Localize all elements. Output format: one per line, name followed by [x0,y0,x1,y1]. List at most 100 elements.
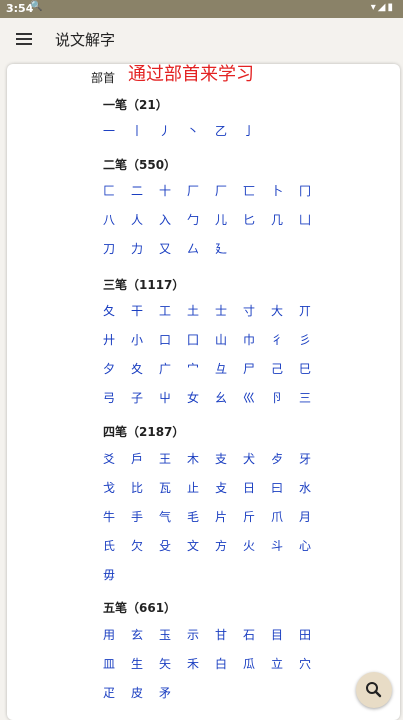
radical-link[interactable]: 一 [95,120,123,149]
radical-link[interactable]: 又 [151,238,179,267]
radical-link[interactable]: 牛 [95,506,123,535]
radical-link[interactable]: 比 [123,477,151,506]
radical-link[interactable]: 斤 [235,506,263,535]
radical-link[interactable]: 囗 [179,329,207,358]
radical-link[interactable]: 夕 [95,358,123,387]
radical-link[interactable]: 大 [263,300,291,329]
radical-link[interactable]: 水 [291,477,319,506]
radical-link[interactable]: 厂 [179,180,207,209]
radical-link[interactable]: 氏 [95,535,123,564]
radical-link[interactable]: 工 [151,300,179,329]
radical-link[interactable]: 寸 [235,300,263,329]
radical-link[interactable]: 巛 [235,387,263,416]
radical-link[interactable]: 殳 [151,535,179,564]
radical-link[interactable]: 毋 [95,564,123,593]
radical-link[interactable]: 弓 [95,387,123,416]
radical-link[interactable]: 毛 [179,506,207,535]
radical-link[interactable]: 巾 [235,329,263,358]
radical-link[interactable]: 月 [291,506,319,535]
radical-link[interactable]: 卜 [263,180,291,209]
radical-link[interactable]: 三 [291,387,319,416]
radical-link[interactable]: 刀 [95,238,123,267]
radical-link[interactable]: 石 [235,624,263,653]
radical-link[interactable]: 丿 [151,120,179,149]
radical-link[interactable]: 勹 [179,209,207,238]
radical-link[interactable]: 匚 [95,180,123,209]
radical-link[interactable]: 尸 [235,358,263,387]
radical-link[interactable]: 生 [123,653,151,682]
radical-link[interactable]: 人 [123,209,151,238]
radical-link[interactable]: 曰 [263,477,291,506]
radical-link[interactable]: 攴 [207,477,235,506]
radical-link[interactable]: 廾 [95,329,123,358]
radical-link[interactable]: 小 [123,329,151,358]
radical-link[interactable]: 女 [179,387,207,416]
radical-link[interactable]: 土 [179,300,207,329]
radical-link[interactable]: 玄 [123,624,151,653]
radical-link[interactable]: 口 [151,329,179,358]
radical-link[interactable]: 用 [95,624,123,653]
radical-link[interactable]: 斗 [263,535,291,564]
radical-link[interactable]: 夂 [95,300,123,329]
radical-link[interactable]: 目 [263,624,291,653]
radical-link[interactable]: 凵 [291,209,319,238]
radical-link[interactable]: 厂 [207,180,235,209]
radical-link[interactable]: 彡 [291,329,319,358]
radical-link[interactable]: 气 [151,506,179,535]
radical-link[interactable]: 十 [151,180,179,209]
radical-link[interactable]: 王 [151,448,179,477]
radical-link[interactable]: 欠 [123,535,151,564]
radical-link[interactable]: 玉 [151,624,179,653]
radical-link[interactable]: 幺 [207,387,235,416]
radical-link[interactable]: 皮 [123,682,151,711]
radical-link[interactable]: 矛 [151,682,179,711]
radical-link[interactable]: 木 [179,448,207,477]
radical-link[interactable]: 火 [235,535,263,564]
radical-link[interactable]: 巳 [291,358,319,387]
radical-link[interactable]: 儿 [207,209,235,238]
radical-link[interactable]: 子 [123,387,151,416]
search-fab[interactable] [356,672,392,708]
radical-link[interactable]: 干 [123,300,151,329]
radical-link[interactable]: 片 [207,506,235,535]
radical-link[interactable]: 禾 [179,653,207,682]
radical-link[interactable]: 戶 [123,448,151,477]
radical-link[interactable]: 牙 [291,448,319,477]
radical-link[interactable]: 亅 [235,120,263,149]
radical-link[interactable]: 彑 [207,358,235,387]
radical-link[interactable]: 丶 [179,120,207,149]
radical-link[interactable]: 爪 [263,506,291,535]
radical-link[interactable]: 手 [123,506,151,535]
radical-link[interactable]: 夊 [123,358,151,387]
radical-link[interactable]: 厶 [179,238,207,267]
radical-link[interactable]: 冂 [291,180,319,209]
radical-link[interactable]: 瓦 [151,477,179,506]
radical-link[interactable]: 八 [95,209,123,238]
radical-link[interactable]: 戈 [95,477,123,506]
radical-link[interactable]: 白 [207,653,235,682]
radical-link[interactable]: 入 [151,209,179,238]
radical-link[interactable]: 日 [235,477,263,506]
radical-link[interactable]: 宀 [179,358,207,387]
radical-link[interactable]: 匸 [235,180,263,209]
radical-link[interactable]: 犬 [235,448,263,477]
radical-link[interactable]: 示 [179,624,207,653]
radical-link[interactable]: 二 [123,180,151,209]
radical-link[interactable]: 甘 [207,624,235,653]
radical-link[interactable]: 彳 [263,329,291,358]
radical-link[interactable]: 力 [123,238,151,267]
radical-link[interactable]: 几 [263,209,291,238]
radical-link[interactable]: 矢 [151,653,179,682]
radical-link[interactable]: 止 [179,477,207,506]
radical-link[interactable]: 爻 [95,448,123,477]
radical-link[interactable]: 屮 [151,387,179,416]
radical-link[interactable]: 皿 [95,653,123,682]
radical-link[interactable]: 卪 [263,387,291,416]
radical-link[interactable]: 士 [207,300,235,329]
radical-link[interactable]: 支 [207,448,235,477]
radical-link[interactable]: 广 [151,358,179,387]
hamburger-menu-icon[interactable] [15,29,35,49]
radical-link[interactable]: 己 [263,358,291,387]
radical-link[interactable]: 廴 [207,238,235,267]
radical-link[interactable]: 穴 [291,653,319,682]
